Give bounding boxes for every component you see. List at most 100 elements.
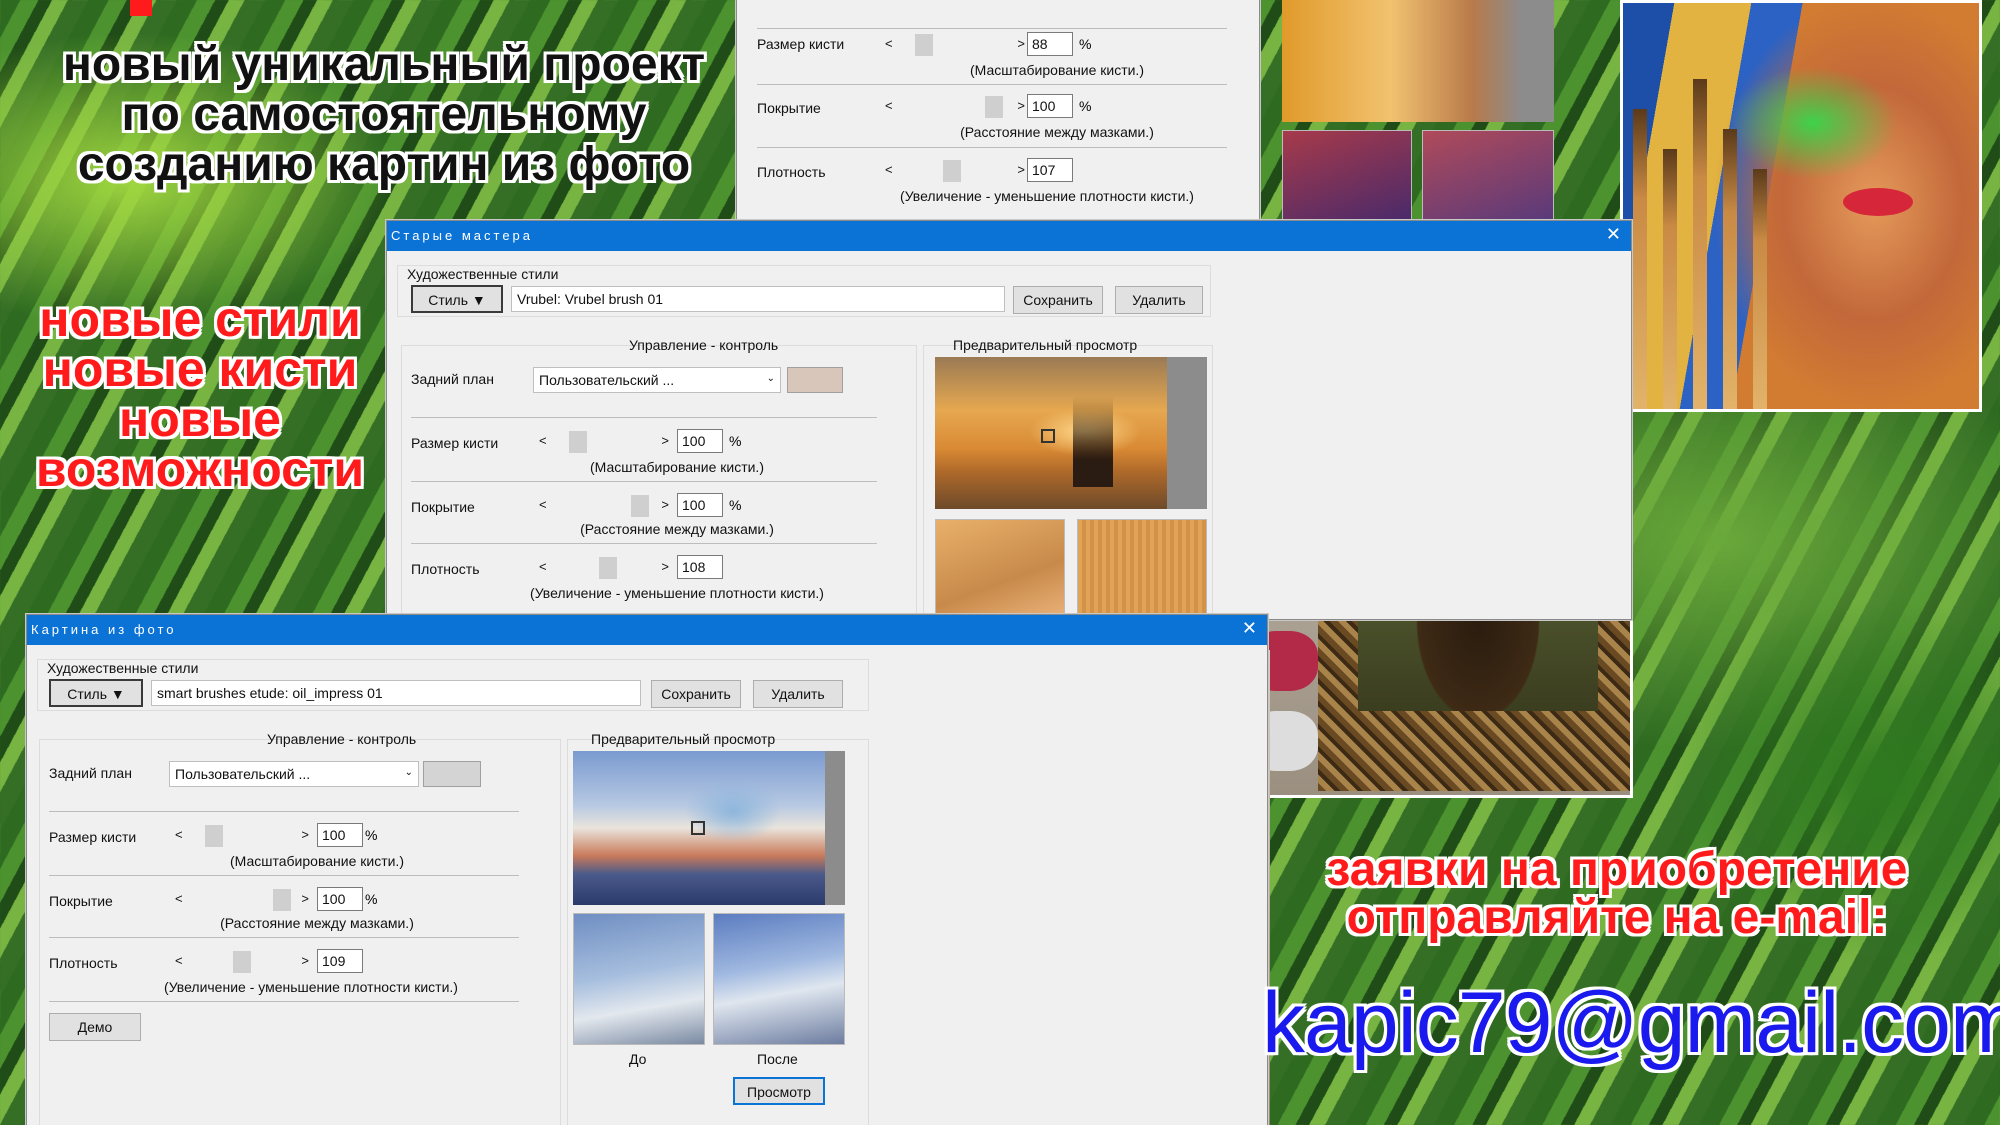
percent-unit: % — [1079, 36, 1092, 52]
preview-scrollbar[interactable] — [825, 751, 845, 905]
chevron-left-icon[interactable]: < — [885, 162, 893, 177]
density-hint: (Увеличение - уменьшение плотности кисти… — [530, 585, 824, 601]
chevron-left-icon[interactable]: < — [885, 98, 893, 113]
painted-woman-photo-top — [1620, 0, 1982, 412]
headline-line: новый уникальный проект — [62, 38, 706, 91]
preview-button[interactable]: Просмотр — [733, 1077, 825, 1105]
background-color-swatch[interactable] — [787, 367, 843, 393]
contact-email[interactable]: kapic79@gmail.com — [1262, 980, 2000, 1066]
preview-image — [935, 357, 1207, 509]
background-select-value: Пользовательский ... — [175, 766, 311, 782]
chevron-left-icon[interactable]: < — [175, 891, 183, 906]
brush-size-hint: (Масштабирование кисти.) — [590, 459, 764, 475]
after-label: После — [757, 1051, 798, 1067]
chevron-left-icon[interactable]: < — [539, 559, 547, 574]
chevron-right-icon[interactable]: > — [661, 559, 669, 574]
density-slider[interactable]: < > — [175, 951, 309, 973]
density-slider[interactable]: < > — [885, 160, 1025, 182]
coverage-hint: (Расстояние между мазками.) — [960, 124, 1154, 140]
percent-unit: % — [1079, 98, 1092, 114]
coverage-slider[interactable]: < > — [539, 495, 669, 517]
brush-size-hint: (Масштабирование кисти.) — [230, 853, 404, 869]
chevron-left-icon[interactable]: < — [175, 953, 183, 968]
save-button[interactable]: Сохранить — [1013, 286, 1103, 314]
background-color-swatch[interactable] — [423, 761, 481, 787]
demo-button[interactable]: Демо — [49, 1013, 141, 1041]
coverage-input[interactable]: 100 — [677, 493, 723, 517]
density-label: Плотность — [49, 955, 118, 971]
slider-thumb[interactable] — [205, 825, 223, 847]
style-button-label: Стиль — [428, 292, 469, 308]
delete-button[interactable]: Удалить — [753, 680, 843, 708]
density-input[interactable]: 109 — [317, 949, 363, 973]
chevron-right-icon[interactable]: > — [661, 497, 669, 512]
chevron-right-icon[interactable]: > — [661, 433, 669, 448]
density-hint: (Увеличение - уменьшение плотности кисти… — [164, 979, 458, 995]
chevron-right-icon[interactable]: > — [301, 953, 309, 968]
style-name-field[interactable]: Vrubel: Vrubel brush 01 — [511, 286, 1005, 312]
background-label: Задний план — [49, 765, 132, 781]
slider-thumb[interactable] — [599, 557, 617, 579]
close-icon[interactable]: ✕ — [1242, 618, 1257, 639]
slider-thumb[interactable] — [915, 34, 933, 56]
title-bar[interactable]: Картина из фото ✕ — [27, 615, 1267, 645]
chevron-right-icon[interactable]: > — [1017, 98, 1025, 113]
background-label: Задний план — [411, 371, 494, 387]
coverage-slider[interactable]: < > — [175, 889, 309, 911]
density-label: Плотность — [757, 164, 826, 180]
slider-thumb[interactable] — [569, 431, 587, 453]
title-bar[interactable]: Старые мастера ✕ — [387, 221, 1631, 251]
window-old-masters: Старые мастера ✕ Художественные стили Ст… — [386, 220, 1632, 621]
brush-size-input[interactable]: 100 — [677, 429, 723, 453]
styles-label: Художественные стили — [47, 660, 199, 676]
density-slider[interactable]: < > — [539, 557, 669, 579]
chevron-left-icon[interactable]: < — [175, 827, 183, 842]
brush-size-input[interactable]: 100 — [317, 823, 363, 847]
background-select[interactable]: Пользовательский ... ⌄ — [533, 367, 781, 393]
order-text: заявки на приобретение отправляйте на e-… — [1262, 846, 1972, 942]
coverage-input[interactable]: 100 — [317, 887, 363, 911]
brush-size-slider[interactable]: < > — [539, 431, 669, 453]
style-dropdown-button[interactable]: Стиль ▼ — [411, 285, 503, 313]
chevron-right-icon[interactable]: > — [1017, 36, 1025, 51]
background-select[interactable]: Пользовательский ... ⌄ — [169, 761, 419, 787]
density-input[interactable]: 107 — [1027, 158, 1073, 182]
preview-after-top — [1422, 130, 1554, 220]
density-input[interactable]: 108 — [677, 555, 723, 579]
chevron-right-icon[interactable]: > — [301, 891, 309, 906]
slider-thumb[interactable] — [233, 951, 251, 973]
preview-image-top — [1282, 0, 1554, 122]
preview-selection-box[interactable] — [1041, 429, 1055, 443]
save-button[interactable]: Сохранить — [651, 680, 741, 708]
before-label: До — [629, 1051, 647, 1067]
close-icon[interactable]: ✕ — [1606, 224, 1621, 245]
chevron-right-icon[interactable]: > — [301, 827, 309, 842]
red-accent-bar — [130, 0, 152, 16]
slider-thumb[interactable] — [985, 96, 1003, 118]
chevron-left-icon[interactable]: < — [539, 433, 547, 448]
delete-button[interactable]: Удалить — [1115, 286, 1203, 314]
chevron-down-icon: ⌄ — [766, 373, 775, 384]
style-dropdown-button[interactable]: Стиль ▼ — [49, 679, 143, 707]
preview-scrollbar[interactable] — [1167, 357, 1207, 509]
caret-down-icon: ▼ — [110, 686, 125, 702]
control-group — [39, 739, 561, 1125]
chevron-right-icon[interactable]: > — [1017, 162, 1025, 177]
headline-line: созданию картин из фото — [77, 138, 691, 191]
brush-size-slider[interactable]: < > — [885, 34, 1025, 56]
slider-thumb[interactable] — [273, 889, 291, 911]
preview-selection-box[interactable] — [691, 821, 705, 835]
coverage-input[interactable]: 100 — [1027, 94, 1073, 118]
slider-thumb[interactable] — [631, 495, 649, 517]
coverage-hint: (Расстояние между мазками.) — [220, 915, 414, 931]
slider-thumb[interactable] — [943, 160, 961, 182]
window-brush-settings-top: Размер кисти < > 88 % (Масштабирование к… — [736, 0, 1260, 222]
style-name-field[interactable]: smart brushes etude: oil_impress 01 — [151, 680, 641, 706]
styles-label: Художественные стили — [407, 266, 559, 282]
coverage-slider[interactable]: < > — [885, 96, 1025, 118]
chevron-left-icon[interactable]: < — [885, 36, 893, 51]
brush-size-slider[interactable]: < > — [175, 825, 309, 847]
preview-header: Предварительный просмотр — [591, 731, 776, 747]
brush-size-input[interactable]: 88 — [1027, 32, 1073, 56]
chevron-left-icon[interactable]: < — [539, 497, 547, 512]
